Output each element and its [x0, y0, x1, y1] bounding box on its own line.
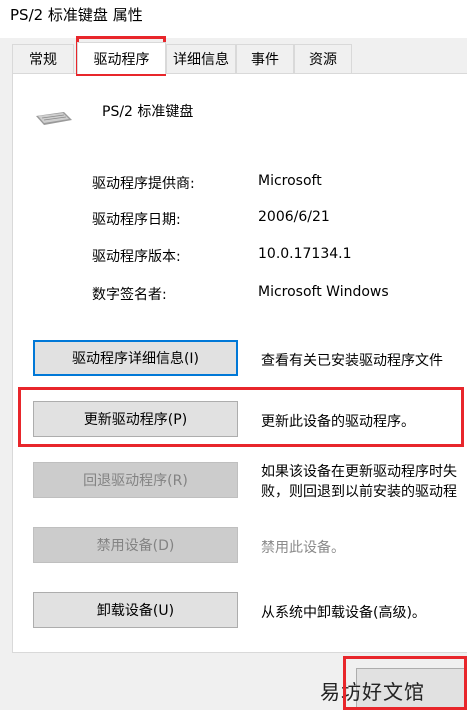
disable-device-button[interactable]: 禁用设备(D) [33, 527, 238, 563]
tab-resources[interactable]: 资源 [294, 44, 352, 73]
rollback-driver-button[interactable]: 回退驱动程序(R) [33, 462, 238, 498]
version-label: 驱动程序版本: [92, 249, 181, 265]
uninstall-device-button[interactable]: 卸载设备(U) [33, 592, 238, 628]
tab-strip: 常规 驱动程序 详细信息 事件 资源 [12, 42, 467, 74]
rollback-driver-description: 如果该设备在更新驱动程序时失败，则回退到以前安装的驱动程序。 [261, 464, 457, 500]
tab-driver[interactable]: 驱动程序 [77, 42, 166, 74]
tab-details[interactable]: 详细信息 [166, 44, 236, 73]
provider-value: Microsoft [258, 173, 322, 189]
signer-label: 数字签名者: [92, 287, 167, 303]
tab-general[interactable]: 常规 [12, 44, 74, 73]
version-value: 10.0.17134.1 [258, 246, 352, 262]
disable-device-description: 禁用此设备。 [261, 540, 345, 556]
driver-details-description: 查看有关已安装驱动程序文件 [261, 353, 443, 369]
window-title: PS/2 标准键盘 属性 [10, 6, 143, 24]
signer-value: Microsoft Windows [258, 284, 389, 300]
tab-events[interactable]: 事件 [236, 44, 294, 73]
highlight-update-driver [18, 387, 464, 447]
driver-details-button[interactable]: 驱动程序详细信息(I) [33, 340, 238, 376]
title-bar: PS/2 标准键盘 属性 [0, 0, 467, 38]
uninstall-device-description: 从系统中卸载设备(高级)。 [261, 605, 426, 621]
device-name: PS/2 标准键盘 [102, 104, 194, 120]
keyboard-icon [36, 112, 72, 125]
provider-label: 驱动程序提供商: [92, 176, 195, 192]
date-label: 驱动程序日期: [92, 212, 181, 228]
date-value: 2006/6/21 [258, 209, 330, 225]
highlight-ok-button [343, 656, 467, 710]
